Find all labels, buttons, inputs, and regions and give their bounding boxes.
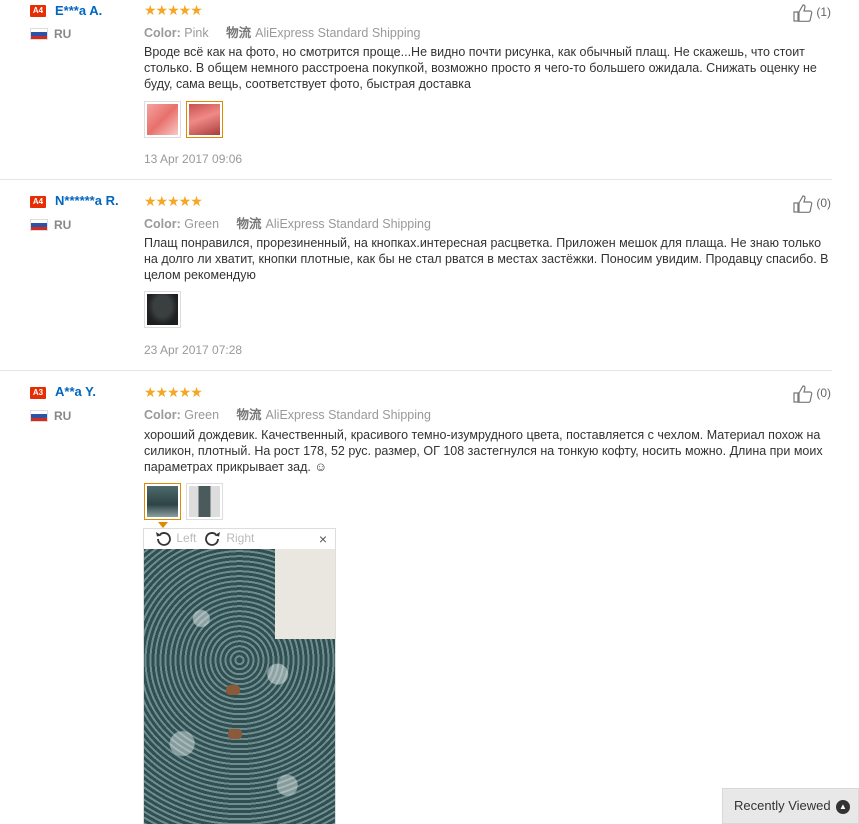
- russia-flag-icon: [30, 28, 48, 40]
- review-date: 13 Apr 2017 09:06: [144, 152, 243, 166]
- viewer-toolbar: Left Right ×: [144, 529, 335, 549]
- review-item: A3 A**a Y. RU ★★★★★ Color: Green 物流 AliEx…: [0, 371, 832, 824]
- country-code: RU: [54, 409, 72, 423]
- review-item: A4 E***a A. RU ★★★★★ Color: Pink 物流 AliEx…: [0, 0, 832, 180]
- color-value: Green: [184, 408, 220, 422]
- order-info: Color: Green 物流 AliExpress Standard Shipp…: [144, 404, 431, 423]
- star-rating: ★★★★★: [144, 2, 203, 18]
- review-photo-thumb[interactable]: [186, 101, 223, 138]
- photo-viewer: Left Right ×: [143, 522, 336, 824]
- buyer-level-badge: A3: [30, 387, 46, 399]
- rotate-left-icon: [156, 532, 171, 546]
- helpful-button[interactable]: (1): [793, 4, 831, 22]
- reviewer-name[interactable]: N******a R.: [55, 193, 119, 208]
- order-info: Color: Green 物流 AliExpress Standard Shipp…: [144, 213, 431, 232]
- review-item: A4 N******a R. RU ★★★★★ Color: Green 物流 A…: [0, 180, 832, 371]
- shipping-icon: 物流: [236, 408, 262, 422]
- coat-button-detail: [228, 729, 242, 739]
- review-photo-thumb[interactable]: [186, 483, 223, 520]
- russia-flag-icon: [30, 410, 48, 422]
- review-photo-thumb[interactable]: [144, 101, 181, 138]
- enlarged-review-photo: [144, 549, 335, 824]
- helpful-button[interactable]: (0): [793, 195, 831, 213]
- photo-background: [275, 549, 335, 639]
- star-rating: ★★★★★: [144, 193, 203, 209]
- review-date: 23 Apr 2017 07:28: [144, 343, 243, 357]
- helpful-count: (1): [816, 5, 832, 20]
- shipping-icon: 物流: [226, 26, 252, 40]
- color-value: Pink: [184, 26, 209, 40]
- thumbs-up-icon: [793, 385, 813, 403]
- helpful-button[interactable]: (0): [793, 385, 831, 403]
- shipping-method: AliExpress Standard Shipping: [265, 217, 431, 231]
- buyer-level-badge: A4: [30, 196, 46, 208]
- rotate-right-button[interactable]: Right: [203, 530, 254, 548]
- recently-viewed-label: Recently Viewed: [734, 798, 831, 813]
- recently-viewed-button[interactable]: Recently Viewed ▲: [722, 788, 859, 824]
- russia-flag-icon: [30, 219, 48, 231]
- rotate-left-button[interactable]: Left: [153, 530, 196, 548]
- thumbs-up-icon: [793, 195, 813, 213]
- country-code: RU: [54, 27, 72, 41]
- close-icon[interactable]: ×: [319, 531, 327, 547]
- rotate-right-label: Right: [226, 531, 255, 546]
- viewer-pointer: [158, 522, 168, 528]
- star-rating: ★★★★★: [144, 384, 203, 400]
- color-value: Green: [184, 217, 220, 231]
- color-label: Color:: [144, 217, 181, 231]
- review-photo-thumb[interactable]: [144, 291, 181, 328]
- rotate-right-icon: [205, 532, 220, 546]
- review-photo-thumb[interactable]: [144, 483, 181, 520]
- color-label: Color:: [144, 26, 181, 40]
- helpful-count: (0): [816, 196, 832, 211]
- chevron-up-icon: ▲: [836, 800, 850, 814]
- review-text: хороший дождевик. Качественный, красивог…: [144, 428, 823, 474]
- country-code: RU: [54, 218, 72, 232]
- shipping-method: AliExpress Standard Shipping: [265, 408, 431, 422]
- shipping-method: AliExpress Standard Shipping: [255, 26, 421, 40]
- rotate-left-label: Left: [176, 531, 197, 546]
- order-info: Color: Pink 物流 AliExpress Standard Shippi…: [144, 22, 421, 41]
- coat-button-detail: [226, 685, 240, 695]
- color-label: Color:: [144, 408, 181, 422]
- helpful-count: (0): [816, 386, 832, 401]
- review-text: Плащ понравился, прорезиненный, на кнопк…: [144, 236, 829, 282]
- reviewer-name[interactable]: A**a Y.: [55, 384, 96, 399]
- review-text: Вроде всё как на фото, но смотрится прощ…: [144, 45, 817, 91]
- reviewer-name[interactable]: E***a A.: [55, 3, 102, 18]
- buyer-level-badge: A4: [30, 5, 46, 17]
- shipping-icon: 物流: [236, 217, 262, 231]
- thumbs-up-icon: [793, 4, 813, 22]
